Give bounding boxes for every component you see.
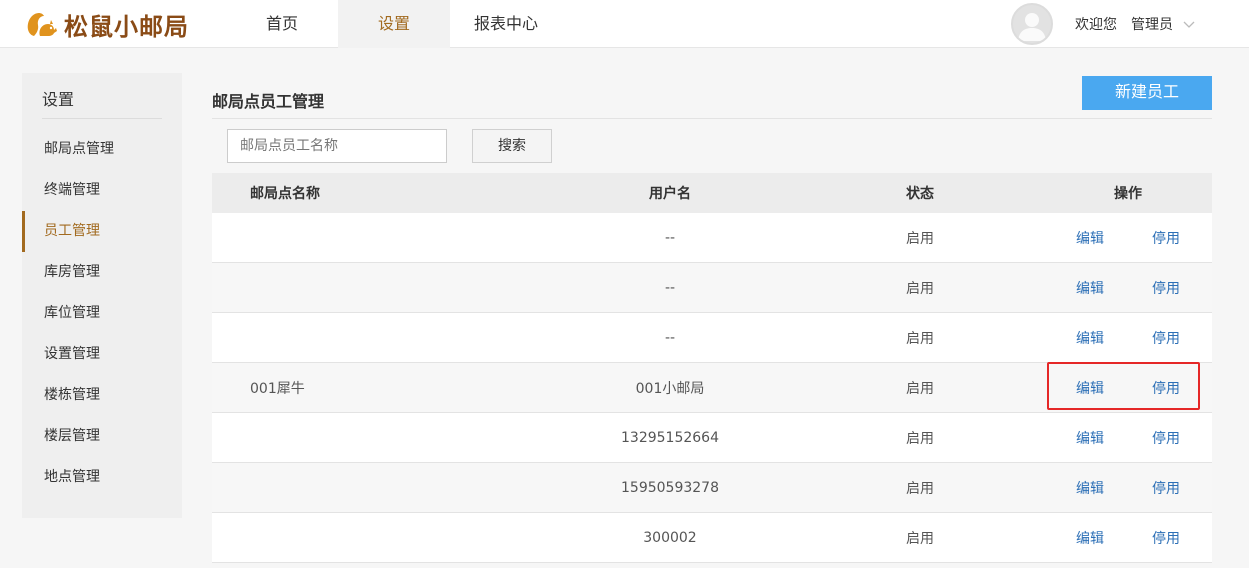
cell-username: -- [664,229,676,246]
cell-username: 001小邮局 [635,380,705,397]
table-header: 邮局点名称 用户名 状态 操作 [212,173,1212,213]
cell-status: 启用 [906,430,934,447]
cell-username: 15950593278 [621,479,719,496]
nav-reports[interactable]: 报表中心 [450,0,562,48]
welcome-text: 欢迎您 [1075,17,1117,33]
table-row: -- 启用 编辑 停用 [212,213,1212,263]
edit-link[interactable]: 编辑 [1076,463,1104,512]
cell-status: 启用 [906,480,934,497]
sidebar-item-buildings[interactable]: 楼栋管理 [22,375,182,416]
sidebar-item-warehouses[interactable]: 库房管理 [22,252,182,293]
sidebar-item-floors[interactable]: 楼层管理 [22,416,182,457]
sidebar-item-locations[interactable]: 地点管理 [22,457,182,498]
staff-table: 邮局点名称 用户名 状态 操作 -- 启用 编辑 停用 -- 启用 编辑 停用 … [212,173,1212,563]
column-header-status: 状态 [906,186,934,202]
cell-status: 启用 [906,530,934,547]
nav-home[interactable]: 首页 [226,0,338,48]
user-avatar-icon[interactable] [1011,3,1053,45]
nav-settings[interactable]: 设置 [338,0,450,48]
cell-username: -- [664,279,676,296]
page-title: 邮局点员工管理 [212,92,325,111]
search-input[interactable] [227,129,447,163]
sidebar-item-post-points[interactable]: 邮局点管理 [22,129,182,170]
disable-link[interactable]: 停用 [1152,313,1180,362]
username[interactable]: 管理员 [1131,14,1173,34]
sidebar-item-storage-slots[interactable]: 库位管理 [22,293,182,334]
cell-status: 启用 [906,380,934,397]
sidebar-item-staff[interactable]: 员工管理 [22,211,182,252]
disable-link[interactable]: 停用 [1152,513,1180,562]
column-header-actions: 操作 [1114,186,1142,202]
search-button[interactable]: 搜索 [472,129,552,163]
top-header: 松鼠小邮局 首页 设置 报表中心 欢迎您 管理员 [0,0,1249,48]
edit-link[interactable]: 编辑 [1076,213,1104,262]
table-row: 13295152664 启用 编辑 停用 [212,413,1212,463]
sidebar-title: 设置 [42,89,162,119]
edit-link[interactable]: 编辑 [1076,363,1104,412]
new-staff-button[interactable]: 新建员工 [1082,76,1212,110]
cell-username: -- [664,329,676,346]
title-divider [212,118,1212,119]
table-row: -- 启用 编辑 停用 [212,313,1212,363]
disable-link[interactable]: 停用 [1152,463,1180,512]
edit-link[interactable]: 编辑 [1076,313,1104,362]
squirrel-icon [27,13,57,36]
disable-link[interactable]: 停用 [1152,213,1180,262]
logo-text: 松鼠小邮局 [64,12,189,41]
main-nav: 首页 设置 报表中心 [226,0,562,48]
disable-link[interactable]: 停用 [1152,363,1180,412]
cell-status: 启用 [906,230,934,247]
table-row: -- 启用 编辑 停用 [212,263,1212,313]
edit-link[interactable]: 编辑 [1076,413,1104,462]
table-row: 15950593278 启用 编辑 停用 [212,463,1212,513]
chevron-down-icon[interactable] [1183,18,1195,30]
edit-link[interactable]: 编辑 [1076,513,1104,562]
sidebar-item-settings[interactable]: 设置管理 [22,334,182,375]
sidebar: 设置 邮局点管理 终端管理 员工管理 库房管理 库位管理 设置管理 楼栋管理 楼… [22,73,182,518]
disable-link[interactable]: 停用 [1152,263,1180,312]
sidebar-item-terminals[interactable]: 终端管理 [22,170,182,211]
cell-status: 启用 [906,280,934,297]
logo[interactable]: 松鼠小邮局 [24,6,189,42]
table-row: 300002 启用 编辑 停用 [212,513,1212,563]
cell-post-point: 001犀牛 [250,380,305,397]
table-row: 001犀牛 001小邮局 启用 编辑 停用 [212,363,1212,413]
user-menu[interactable]: 欢迎您 管理员 [1011,3,1195,45]
cell-username: 300002 [643,529,697,546]
cell-username: 13295152664 [621,429,719,446]
column-header-username: 用户名 [649,186,691,202]
disable-link[interactable]: 停用 [1152,413,1180,462]
edit-link[interactable]: 编辑 [1076,263,1104,312]
column-header-post-point: 邮局点名称 [250,186,320,202]
cell-status: 启用 [906,330,934,347]
